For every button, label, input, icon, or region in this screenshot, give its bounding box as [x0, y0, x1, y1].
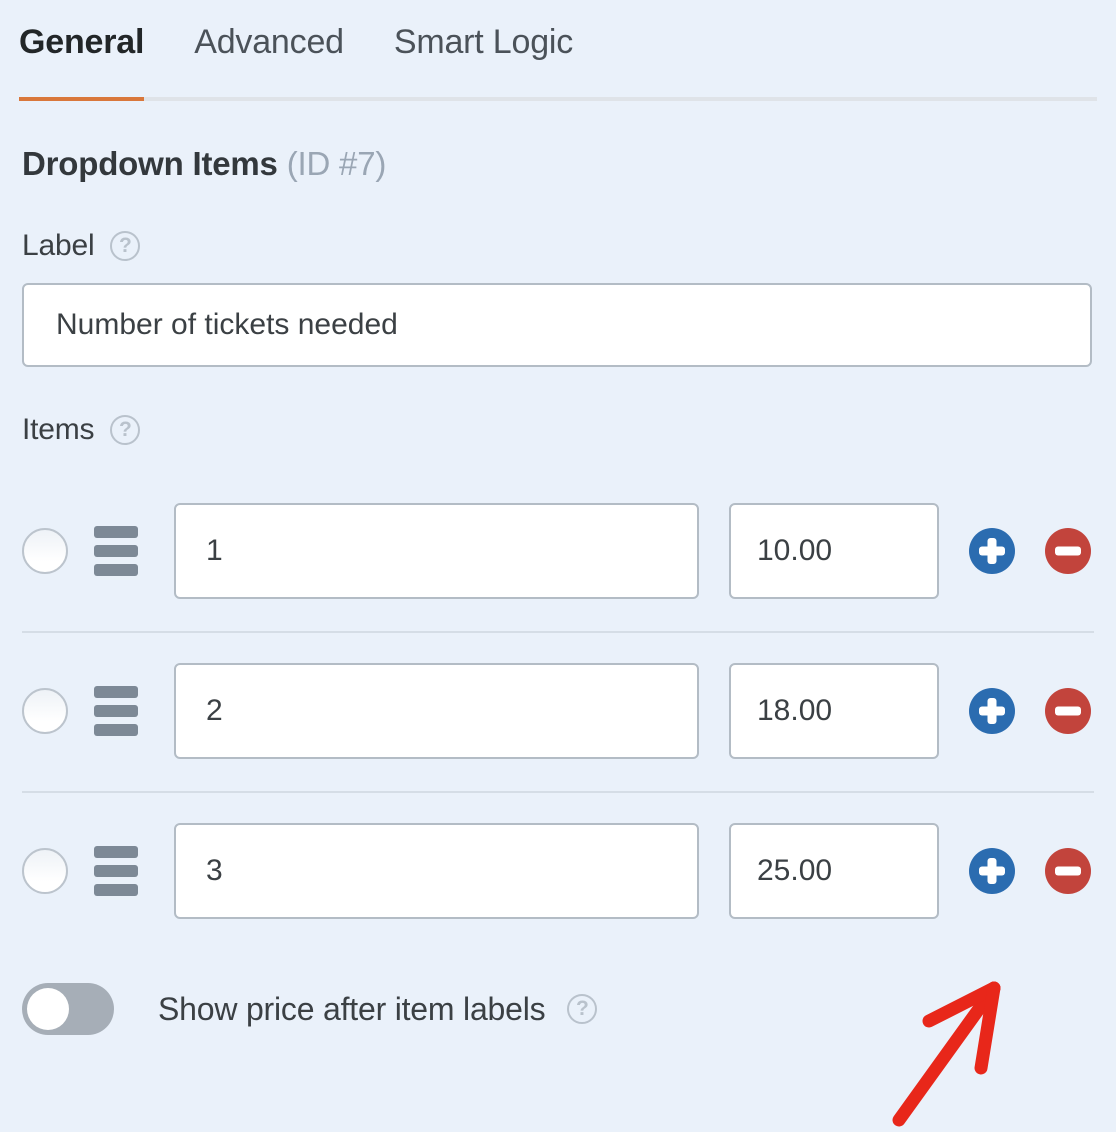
item-price-input[interactable] [729, 663, 939, 759]
show-price-toggle-row: Show price after item labels ? [22, 983, 1116, 1035]
items-field-label-row: Items ? [22, 413, 1116, 447]
remove-item-button[interactable] [1045, 848, 1091, 894]
toggle-knob [27, 988, 69, 1030]
item-price-input[interactable] [729, 503, 939, 599]
tab-smart-logic[interactable]: Smart Logic [394, 0, 573, 101]
item-row [0, 791, 1116, 951]
item-label-input[interactable] [174, 823, 699, 919]
section-title: Dropdown Items [22, 145, 278, 182]
drag-handle-icon[interactable] [94, 686, 138, 736]
tab-general[interactable]: General [19, 0, 145, 101]
item-default-radio[interactable] [22, 848, 68, 894]
item-default-radio[interactable] [22, 688, 68, 734]
label-input[interactable] [22, 283, 1092, 367]
section-heading: Dropdown Items (ID #7) [22, 145, 1116, 183]
show-price-toggle-label: Show price after item labels [158, 990, 546, 1027]
item-label-input[interactable] [174, 503, 699, 599]
remove-item-button[interactable] [1045, 528, 1091, 574]
remove-item-button[interactable] [1045, 688, 1091, 734]
tab-bar: General Advanced Smart Logic [0, 0, 1116, 101]
item-row [0, 631, 1116, 791]
item-price-input[interactable] [729, 823, 939, 919]
drag-handle-icon[interactable] [94, 526, 138, 576]
show-price-toggle[interactable] [22, 983, 114, 1035]
add-item-button[interactable] [969, 528, 1015, 574]
item-row [0, 471, 1116, 631]
items-list [0, 471, 1116, 951]
tab-advanced[interactable]: Advanced [194, 0, 344, 101]
item-label-input[interactable] [174, 663, 699, 759]
section-field-id: (ID #7) [286, 145, 387, 182]
item-default-radio[interactable] [22, 528, 68, 574]
add-item-button[interactable] [969, 688, 1015, 734]
items-help-icon[interactable]: ? [110, 415, 141, 445]
label-field-label-row: Label ? [22, 229, 1116, 263]
tab-advanced-label: Advanced [194, 23, 344, 61]
tab-general-label: General [19, 23, 145, 61]
label-help-icon[interactable]: ? [110, 231, 141, 261]
label-field-label: Label [22, 229, 95, 262]
items-field-label: Items [22, 413, 95, 446]
drag-handle-icon[interactable] [94, 846, 138, 896]
tab-smart-logic-label: Smart Logic [393, 23, 574, 61]
add-item-button-row-3[interactable] [969, 848, 1015, 894]
show-price-help-icon[interactable]: ? [567, 994, 598, 1024]
